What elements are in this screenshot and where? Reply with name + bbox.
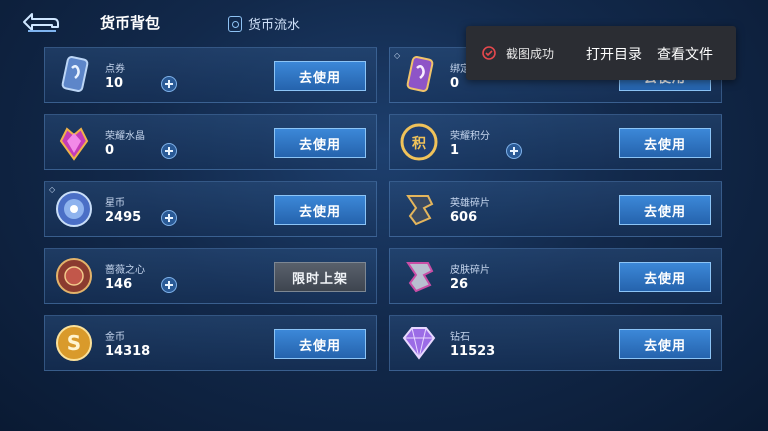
currency-name: 蔷薇之心 — [105, 265, 145, 276]
currency-card-star-coin: ◇ 星币 2495 去使用 — [44, 181, 377, 237]
currency-count: 2495 — [105, 210, 142, 225]
tab-currency-bag[interactable]: 货币背包 — [100, 12, 160, 33]
currency-card-rose-heart: 蔷薇之心 146 限时上架 — [44, 248, 377, 304]
open-folder-link[interactable]: 打开目录 — [586, 44, 642, 64]
glory-points-icon: 积 — [400, 123, 438, 161]
use-button[interactable]: 去使用 — [274, 195, 366, 225]
currency-card-glory-points: 积 荣耀积分 1 去使用 — [389, 114, 722, 170]
currency-name: 荣耀积分 — [450, 131, 490, 142]
glory-crystal-icon — [59, 127, 89, 161]
currency-count: 146 — [105, 277, 133, 292]
bound-voucher-icon — [406, 56, 434, 92]
diamond-icon — [402, 327, 436, 360]
use-button[interactable]: 去使用 — [619, 195, 711, 225]
currency-name: 英雄碎片 — [450, 198, 490, 209]
svg-text:积: 积 — [412, 135, 426, 152]
use-button[interactable]: 去使用 — [619, 262, 711, 292]
back-button[interactable] — [18, 10, 60, 34]
back-arrow-icon — [23, 13, 59, 32]
use-button[interactable]: 去使用 — [619, 329, 711, 359]
currency-name: 星币 — [105, 198, 125, 209]
currency-card-gold-coin: S 金币 14318 去使用 — [44, 315, 377, 371]
currency-count: 11523 — [450, 344, 496, 359]
currency-card-voucher: 点券 10 去使用 — [44, 47, 377, 103]
currency-card-glory-crystal: 荣耀水晶 0 去使用 — [44, 114, 377, 170]
ledger-icon — [228, 15, 242, 32]
add-plus-icon[interactable] — [506, 143, 522, 159]
toast-message: 截图成功 — [506, 47, 555, 61]
skin-fragment-icon — [406, 262, 434, 293]
currency-count: 1 — [450, 143, 460, 158]
add-plus-icon[interactable] — [161, 143, 177, 159]
currency-card-skin-fragment: 皮肤碎片 26 去使用 — [389, 248, 722, 304]
use-button[interactable]: 去使用 — [274, 61, 366, 91]
gold-coin-icon: S — [56, 325, 92, 361]
use-button[interactable]: 去使用 — [619, 128, 711, 158]
currency-card-diamond: 钻石 11523 去使用 — [389, 315, 722, 371]
tab-currency-flow-label: 货币流水 — [248, 18, 301, 33]
currency-name: 皮肤碎片 — [450, 265, 490, 276]
currency-count: 10 — [105, 76, 124, 91]
currency-card-hero-fragment: 英雄碎片 606 去使用 — [389, 181, 722, 237]
currency-name: 钻石 — [450, 332, 470, 343]
tab-currency-flow[interactable]: 货币流水 — [228, 14, 300, 33]
rose-heart-icon — [56, 258, 92, 294]
currency-count: 0 — [105, 143, 115, 158]
currency-count: 606 — [450, 210, 478, 225]
currency-name: 点券 — [105, 64, 125, 75]
limited-time-button[interactable]: 限时上架 — [274, 262, 366, 292]
currency-count: 14318 — [105, 344, 151, 359]
view-file-link[interactable]: 查看文件 — [657, 44, 713, 64]
screenshot-toast: 截图成功 打开目录 查看文件 — [466, 26, 736, 80]
currency-name: 荣耀水晶 — [105, 131, 145, 142]
add-plus-icon[interactable] — [161, 210, 177, 226]
voucher-icon — [61, 56, 89, 92]
star-coin-icon — [56, 191, 92, 227]
add-plus-icon[interactable] — [161, 76, 177, 92]
add-plus-icon[interactable] — [161, 277, 177, 293]
currency-count: 0 — [450, 76, 460, 91]
svg-text:S: S — [67, 331, 81, 355]
success-check-icon — [482, 46, 496, 60]
use-button[interactable]: 去使用 — [274, 329, 366, 359]
currency-count: 26 — [450, 277, 469, 292]
currency-name: 金币 — [105, 332, 125, 343]
use-button[interactable]: 去使用 — [274, 128, 366, 158]
hero-fragment-icon — [406, 195, 434, 226]
